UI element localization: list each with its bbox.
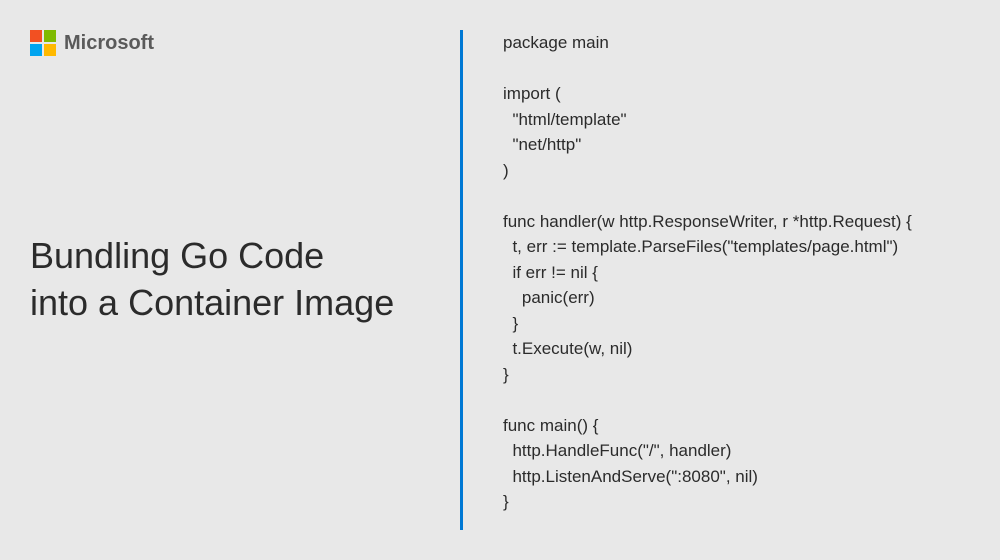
brand-name: Microsoft bbox=[64, 32, 154, 55]
code-panel: package main import ( "html/template" "n… bbox=[463, 0, 1000, 515]
brand-logo: Microsoft bbox=[30, 30, 154, 56]
logo-square-green bbox=[44, 30, 56, 42]
logo-square-red bbox=[30, 30, 42, 42]
code-block: package main import ( "html/template" "n… bbox=[503, 30, 1000, 515]
logo-square-yellow bbox=[44, 44, 56, 56]
slide-content: Bundling Go Codeinto a Container Image p… bbox=[0, 0, 1000, 560]
logo-square-blue bbox=[30, 44, 42, 56]
microsoft-logo-icon bbox=[30, 30, 56, 56]
title-panel: Bundling Go Codeinto a Container Image bbox=[0, 233, 460, 327]
slide-title: Bundling Go Codeinto a Container Image bbox=[30, 233, 460, 327]
